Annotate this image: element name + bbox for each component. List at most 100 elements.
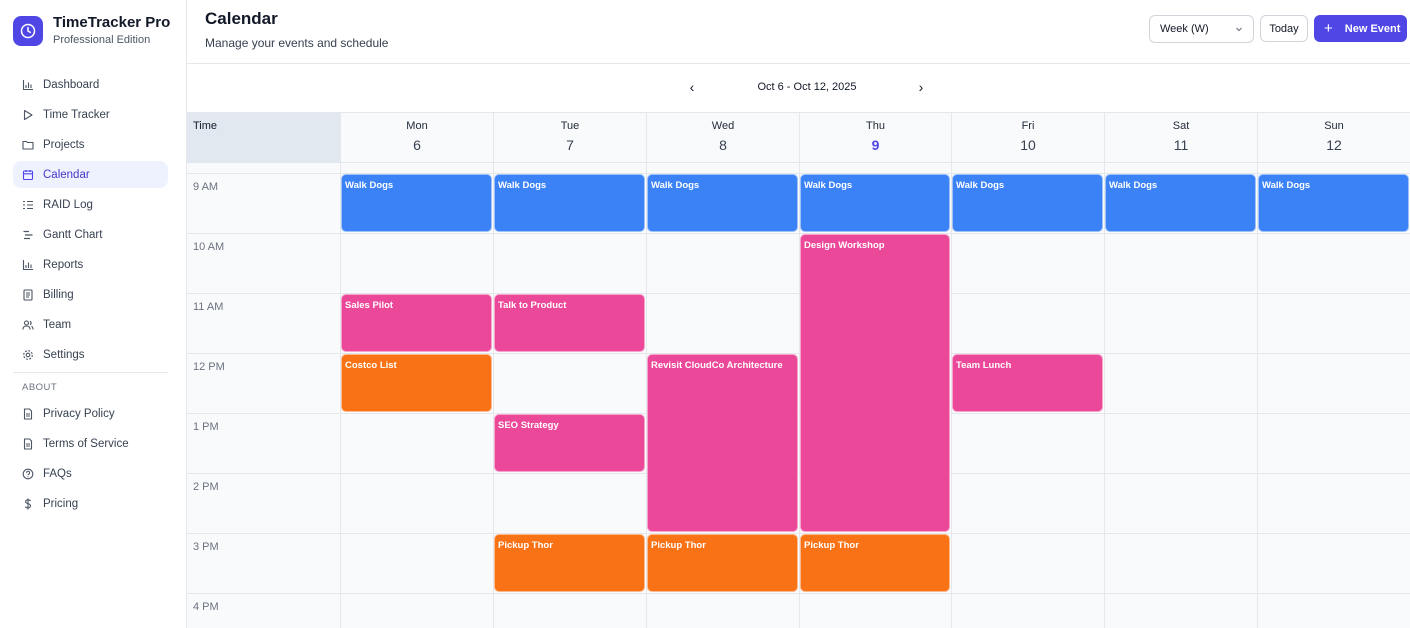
next-week-button[interactable]: ›: [914, 79, 928, 97]
event-title: Team Lunch: [956, 360, 1012, 371]
today-button[interactable]: Today: [1260, 15, 1308, 42]
sidebar-item-billing[interactable]: Billing: [13, 281, 168, 308]
sidebar-item-label: Calendar: [43, 168, 90, 181]
calendar-event[interactable]: Walk Dogs: [952, 174, 1103, 232]
time-label: 4 PM: [193, 601, 219, 613]
calendar-icon: [22, 169, 34, 181]
event-title: Walk Dogs: [345, 180, 394, 191]
dollar-icon: [22, 498, 34, 510]
gantt-icon: [22, 229, 34, 241]
brand[interactable]: TimeTracker Pro Professional Edition: [13, 14, 170, 48]
clock-icon: [13, 16, 43, 46]
sidebar-item-label: Terms of Service: [43, 437, 129, 450]
day-name: Fri: [1021, 120, 1035, 132]
calendar-event[interactable]: Pickup Thor: [494, 534, 645, 592]
day-header-tue[interactable]: Tue 7: [493, 113, 646, 163]
calendar-event[interactable]: Design Workshop: [800, 234, 950, 532]
sidebar-item-privacy-policy[interactable]: Privacy Policy: [13, 400, 168, 427]
calendar-event[interactable]: Walk Dogs: [1105, 174, 1256, 232]
event-title: Design Workshop: [804, 240, 885, 251]
sidebar-item-calendar[interactable]: Calendar: [13, 161, 168, 188]
calendar-event[interactable]: Walk Dogs: [647, 174, 798, 232]
calendar-event[interactable]: Talk to Product: [494, 294, 645, 352]
time-column-header: Time: [187, 113, 340, 163]
sidebar-item-label: Reports: [43, 258, 84, 271]
sidebar-item-label: Team: [43, 318, 72, 331]
time-label: 1 PM: [193, 421, 219, 433]
view-select[interactable]: Week (W): [1149, 15, 1254, 43]
time-label: 12 PM: [193, 361, 225, 373]
time-label: 11 AM: [193, 301, 224, 313]
event-title: Walk Dogs: [804, 180, 853, 191]
sidebar-item-label: Projects: [43, 138, 85, 151]
sidebar-item-dashboard[interactable]: Dashboard: [13, 71, 168, 98]
sidebar-item-pricing[interactable]: Pricing: [13, 490, 168, 517]
event-title: Walk Dogs: [1262, 180, 1311, 191]
sidebar-item-label: Privacy Policy: [43, 407, 115, 420]
receipt-icon: [22, 288, 34, 301]
calendar-event[interactable]: Sales Pilot: [341, 294, 492, 352]
calendar-event[interactable]: Team Lunch: [952, 354, 1103, 412]
day-column-divider: [1104, 163, 1105, 628]
view-select-value: Week (W): [1160, 23, 1209, 35]
day-header-wed[interactable]: Wed 8: [646, 113, 799, 163]
bar-chart-icon: [22, 79, 34, 91]
day-name: Tue: [560, 120, 580, 132]
day-number: 7: [566, 137, 574, 153]
calendar-event[interactable]: Walk Dogs: [341, 174, 492, 232]
sidebar-item-time-tracker[interactable]: Time Tracker: [13, 101, 168, 128]
sidebar-item-label: Gantt Chart: [43, 228, 103, 241]
nav-divider: [13, 372, 168, 373]
sidebar-item-label: RAID Log: [43, 198, 93, 211]
sidebar-item-faqs[interactable]: FAQs: [13, 460, 168, 487]
sidebar-item-team[interactable]: Team: [13, 311, 168, 338]
sidebar-item-gantt-chart[interactable]: Gantt Chart: [13, 221, 168, 248]
calendar-event[interactable]: Pickup Thor: [647, 534, 798, 592]
day-header-mon[interactable]: Mon 6: [340, 113, 493, 163]
day-name: Thu: [866, 120, 885, 132]
calendar-event[interactable]: Walk Dogs: [800, 174, 950, 232]
app-window: TimeTracker Pro Professional Edition Das…: [0, 0, 1410, 628]
play-icon: [22, 109, 34, 121]
new-event-button[interactable]: + New Event: [1314, 15, 1407, 42]
users-icon: [22, 319, 34, 331]
sidebar-item-reports[interactable]: Reports: [13, 251, 168, 278]
page-subtitle: Manage your events and schedule: [205, 36, 389, 50]
day-number: 12: [1326, 137, 1342, 153]
time-label: 10 AM: [193, 241, 225, 253]
help-circle-icon: [22, 468, 34, 480]
sidebar-item-settings[interactable]: Settings: [13, 341, 168, 368]
day-name: Mon: [406, 120, 428, 132]
calendar-event[interactable]: Pickup Thor: [800, 534, 950, 592]
day-header-sun[interactable]: Sun 12: [1257, 113, 1410, 163]
brand-title: TimeTracker Pro: [53, 14, 171, 31]
day-number: 11: [1173, 137, 1189, 153]
sidebar-item-projects[interactable]: Projects: [13, 131, 168, 158]
page-header: Calendar Manage your events and schedule…: [187, 0, 1410, 64]
previous-week-button[interactable]: ‹: [685, 79, 699, 97]
sidebar-item-label: Settings: [43, 348, 85, 361]
event-title: Pickup Thor: [651, 540, 706, 551]
day-header-fri[interactable]: Fri 10: [951, 113, 1104, 163]
calendar-event[interactable]: SEO Strategy: [494, 414, 645, 472]
event-title: Pickup Thor: [498, 540, 553, 551]
calendar-event[interactable]: Walk Dogs: [1258, 174, 1409, 232]
sidebar-item-terms-of-service[interactable]: Terms of Service: [13, 430, 168, 457]
event-title: Walk Dogs: [1109, 180, 1158, 191]
day-name: Sun: [1324, 120, 1344, 132]
event-title: Walk Dogs: [651, 180, 700, 191]
day-header-thu[interactable]: Thu 9: [799, 113, 951, 163]
day-header-row: Time Mon 6 Tue 7 Wed 8 Thu 9 Fri 10 Sat 11 Sun 12: [187, 113, 1410, 163]
document-icon: [22, 407, 34, 420]
day-name: Sat: [1172, 120, 1190, 132]
sidebar-item-label: FAQs: [43, 467, 72, 480]
event-title: Walk Dogs: [498, 180, 547, 191]
sidebar-item-raid-log[interactable]: RAID Log: [13, 191, 168, 218]
date-range-label: Oct 6 - Oct 12, 2025: [757, 81, 857, 93]
sidebar: TimeTracker Pro Professional Edition Das…: [0, 0, 187, 628]
event-title: Pickup Thor: [804, 540, 859, 551]
calendar-event[interactable]: Costco List: [341, 354, 492, 412]
day-header-sat[interactable]: Sat 11: [1104, 113, 1257, 163]
calendar-event[interactable]: Revisit CloudCo Architecture: [647, 354, 798, 532]
calendar-event[interactable]: Walk Dogs: [494, 174, 645, 232]
